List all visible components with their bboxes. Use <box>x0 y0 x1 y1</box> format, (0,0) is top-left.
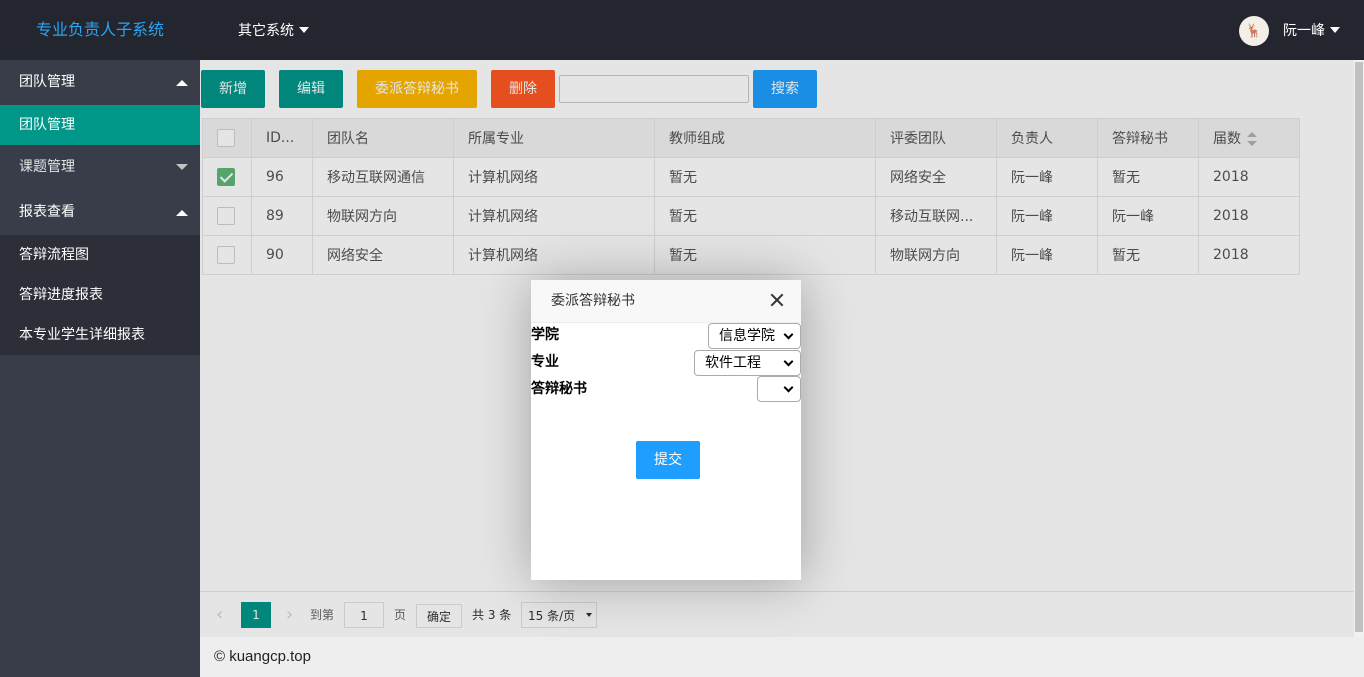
major-select[interactable]: 软件工程 <box>694 350 801 376</box>
sidebar-item-defense-flowchart[interactable]: 答辩流程图 <box>0 235 200 275</box>
close-icon[interactable] <box>769 292 785 308</box>
college-label: 学院 <box>531 327 559 343</box>
footer: © kuangcp.top <box>200 637 1364 677</box>
sidebar-group-label: 团队管理 <box>19 74 75 90</box>
sidebar-group-team[interactable]: 团队管理 <box>0 60 200 105</box>
sidebar-group-label: 报表查看 <box>19 204 75 220</box>
nav-other-systems-label: 其它系统 <box>238 23 294 39</box>
chevron-down-icon <box>783 356 794 367</box>
secretary-label: 答辩秘书 <box>531 381 587 397</box>
scrollbar[interactable] <box>1354 60 1364 637</box>
chevron-down-icon <box>783 382 794 393</box>
username-label: 阮一峰 <box>1283 23 1325 39</box>
sidebar-group-topics[interactable]: 课题管理 <box>0 145 200 190</box>
major-label: 专业 <box>531 354 559 370</box>
chevron-down-icon <box>299 26 309 33</box>
chevron-down-icon <box>783 329 794 340</box>
nav-other-systems[interactable]: 其它系统 <box>238 0 309 60</box>
sidebar-group-label: 课题管理 <box>19 159 75 175</box>
chevron-down-icon <box>1330 26 1340 33</box>
sidebar-item-label: 本专业学生详细报表 <box>19 327 145 343</box>
college-select[interactable]: 信息学院 <box>708 323 801 349</box>
sidebar: 团队管理 团队管理 课题管理 报表查看 答辩流程图 答辩进度报表 本专业学生详细… <box>0 60 200 677</box>
major-select-value: 软件工程 <box>705 355 761 371</box>
sidebar-item-label: 团队管理 <box>19 117 75 133</box>
deer-icon: 🦌 <box>1245 23 1263 39</box>
assign-secretary-dialog: 委派答辩秘书 学院 信息学院 专业 软件工程 答辩秘书 提交 <box>531 280 801 580</box>
sidebar-item-team-management[interactable]: 团队管理 <box>0 105 200 145</box>
chevron-up-icon <box>176 80 188 86</box>
user-menu[interactable]: 阮一峰 <box>1283 0 1340 60</box>
dialog-title: 委派答辩秘书 <box>531 280 801 323</box>
scrollbar-thumb[interactable] <box>1355 62 1363 632</box>
sidebar-item-label: 答辩流程图 <box>19 247 89 263</box>
avatar[interactable]: 🦌 <box>1239 16 1269 46</box>
sidebar-item-defense-progress[interactable]: 答辩进度报表 <box>0 275 200 315</box>
sidebar-item-student-details[interactable]: 本专业学生详细报表 <box>0 315 200 355</box>
app-logo[interactable]: 专业负责人子系统 <box>0 0 200 60</box>
sidebar-item-label: 答辩进度报表 <box>19 287 103 303</box>
chevron-down-icon <box>176 164 188 170</box>
chevron-up-icon <box>176 210 188 216</box>
college-select-value: 信息学院 <box>719 328 775 344</box>
top-header: 专业负责人子系统 其它系统 🦌 阮一峰 <box>0 0 1364 60</box>
sidebar-group-reports[interactable]: 报表查看 <box>0 190 200 235</box>
secretary-select[interactable] <box>757 376 801 402</box>
submit-button[interactable]: 提交 <box>636 441 700 479</box>
